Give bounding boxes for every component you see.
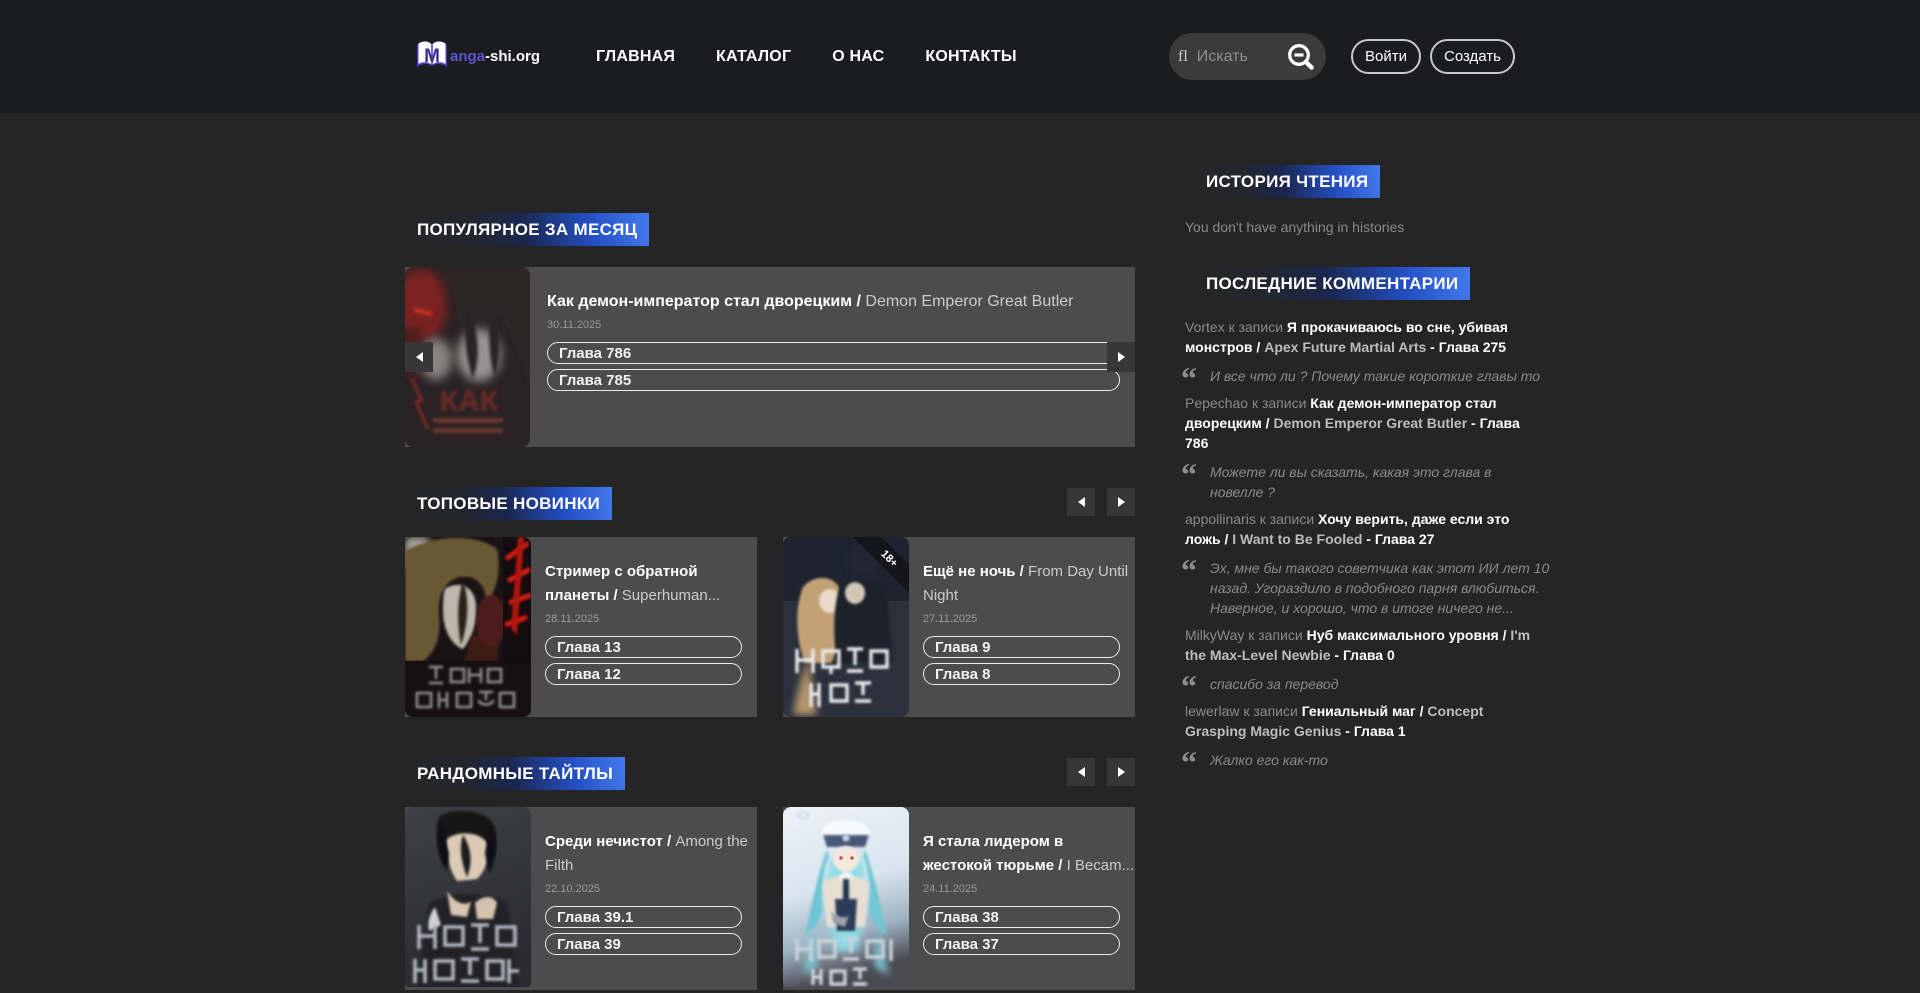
svg-text:КАК: КАК (440, 385, 499, 418)
svg-text:M: M (424, 46, 440, 67)
